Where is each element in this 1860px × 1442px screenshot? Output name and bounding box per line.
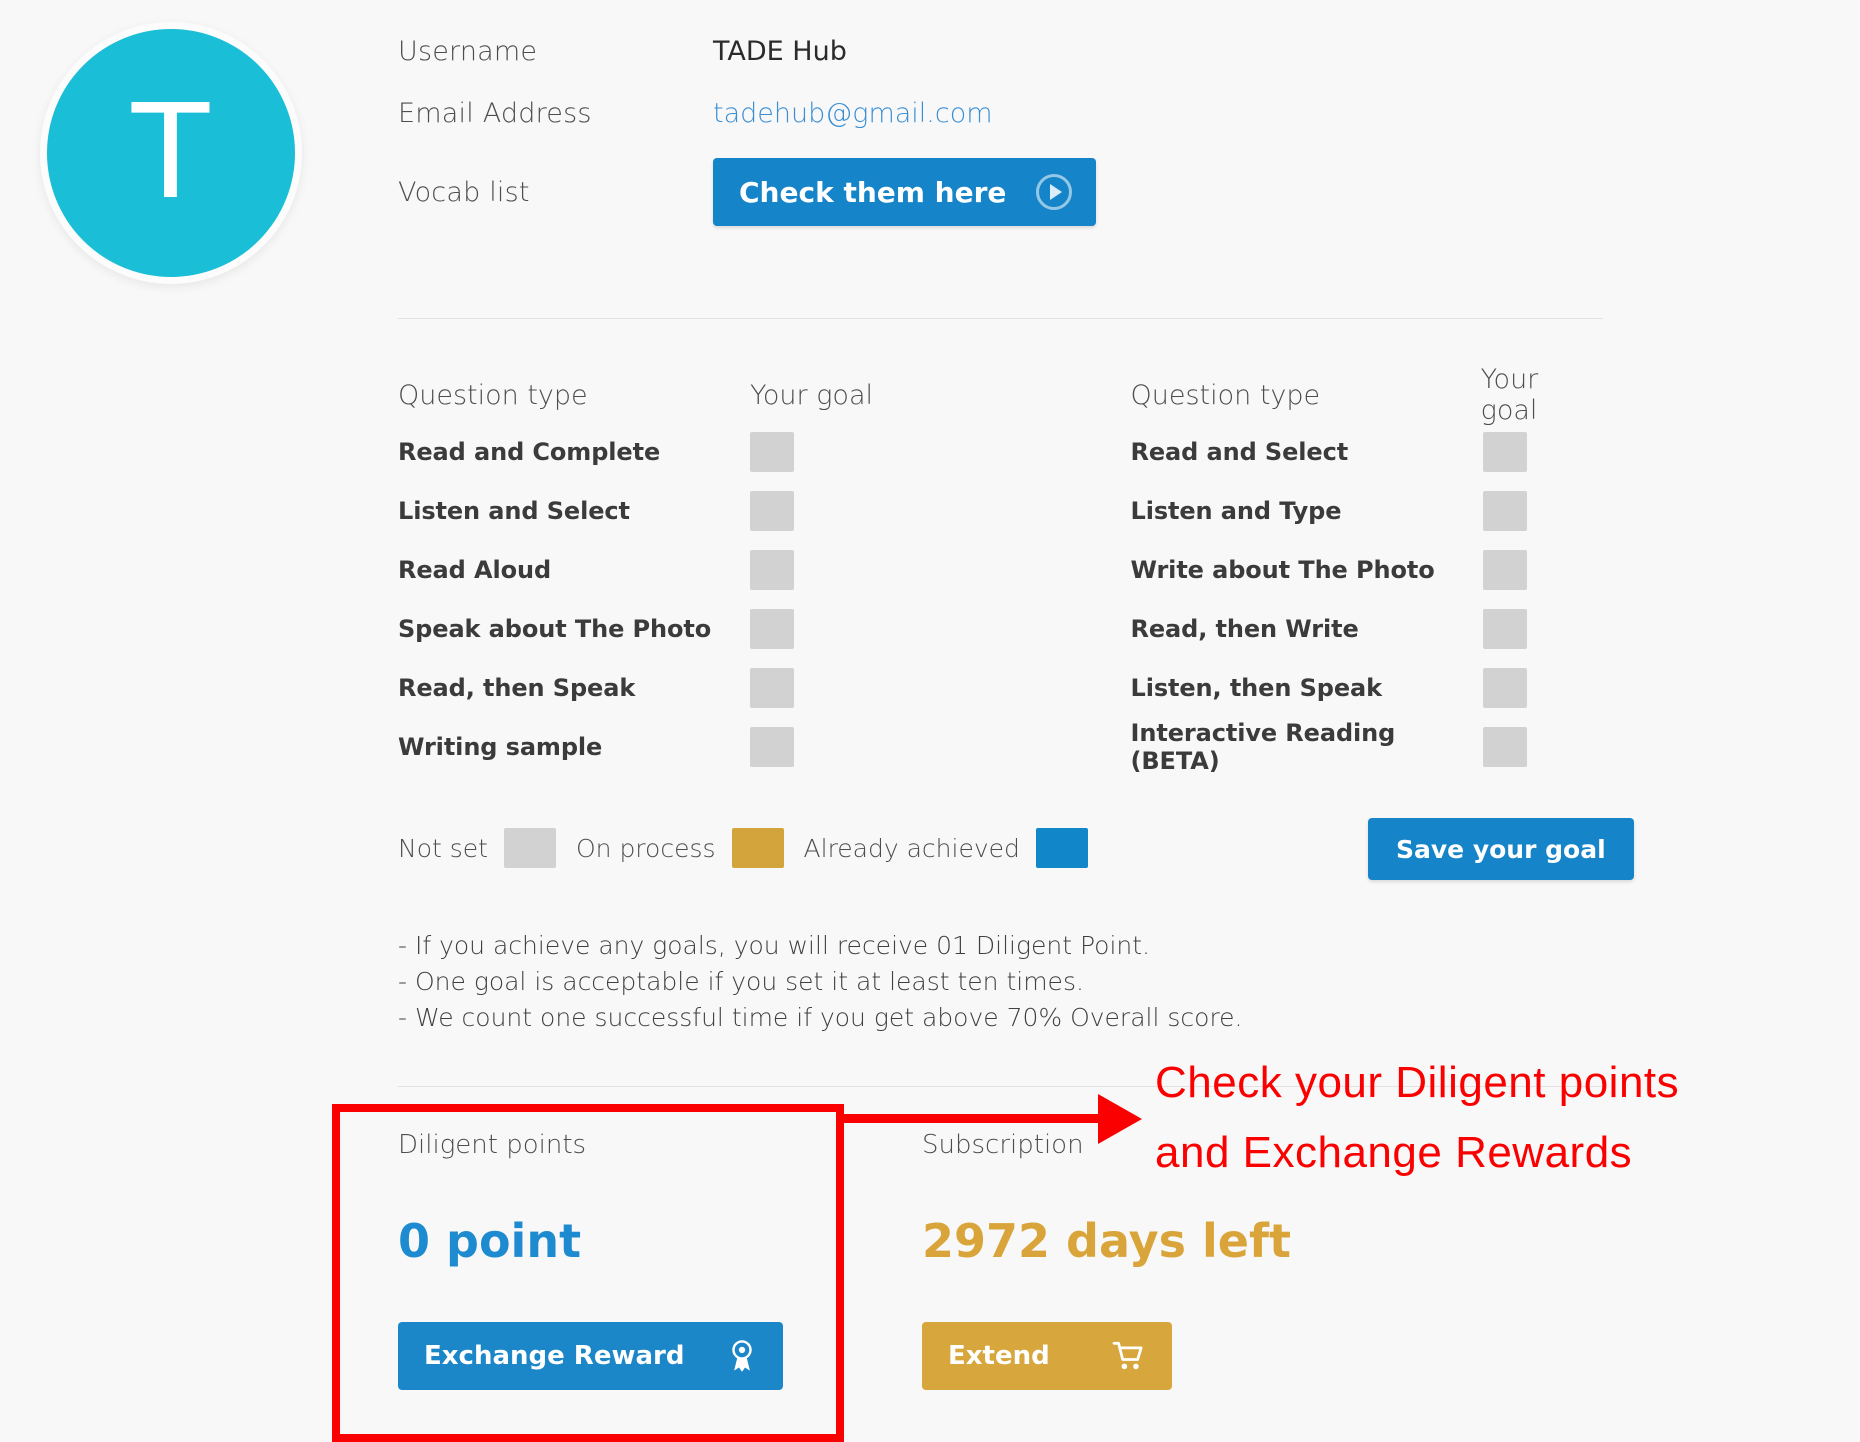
- goal-header-left: Question type Your goal: [398, 368, 1001, 422]
- field-row-username: Username TADE Hub: [398, 20, 1613, 82]
- legend-not-set: Not set: [398, 828, 556, 868]
- question-type-header-left: Question type: [398, 379, 588, 411]
- username-value: TADE Hub: [713, 35, 847, 67]
- goal-row: Read, then Write: [1131, 599, 1604, 658]
- goal-row: Listen, then Speak: [1131, 658, 1604, 717]
- exchange-reward-label: Exchange Reward: [424, 1341, 685, 1371]
- avatar-initial: T: [128, 73, 214, 227]
- username-label: Username: [398, 35, 538, 67]
- goal-state-box[interactable]: [1482, 667, 1527, 708]
- question-type-header-right: Question type: [1130, 379, 1321, 411]
- goal-row: Writing sample: [398, 717, 1001, 776]
- divider-top: [398, 318, 1603, 319]
- goal-notes: - If you achieve any goals, you will rec…: [398, 928, 1498, 1036]
- goal-tables: Question type Your goal Read and Complet…: [398, 364, 1604, 776]
- save-goal-label: Save your goal: [1396, 834, 1606, 864]
- diligent-points-title: Diligent points: [398, 1130, 587, 1160]
- goal-state-box[interactable]: [750, 549, 794, 590]
- goal-label: Interactive Reading (BETA): [1130, 718, 1396, 775]
- goal-row: Read Aloud: [398, 540, 1001, 599]
- goal-row: Read, then Speak: [398, 658, 1001, 717]
- email-value-link[interactable]: tadehub@gmail.com: [713, 98, 993, 129]
- goal-state-box[interactable]: [750, 490, 794, 531]
- play-circle-icon: [1036, 174, 1073, 210]
- legend-on-process-label: On process: [575, 833, 716, 863]
- goal-label: Write about The Photo: [1130, 555, 1435, 584]
- goal-label: Read Aloud: [398, 555, 552, 584]
- legend-already-achieved-label: Already achieved: [803, 833, 1020, 863]
- annotation-arrow-head-icon: [1098, 1094, 1142, 1144]
- goal-state-box[interactable]: [1482, 490, 1527, 531]
- email-label: Email Address: [398, 97, 592, 129]
- profile-details: Username TADE Hub Email Address tadehub@…: [398, 20, 1613, 240]
- annotation-text: Check your Diligent points and Exchange …: [1155, 1048, 1679, 1188]
- check-vocab-label: Check them here: [739, 175, 1007, 209]
- vocab-list-label: Vocab list: [398, 176, 530, 208]
- goal-row: Interactive Reading (BETA): [1131, 717, 1604, 776]
- note-line: - If you achieve any goals, you will rec…: [398, 931, 1150, 960]
- goal-row: Read and Select: [1131, 422, 1604, 481]
- legend-not-set-label: Not set: [398, 833, 488, 863]
- diligent-points-value: 0 point: [398, 1214, 582, 1268]
- goal-row: Listen and Type: [1131, 481, 1604, 540]
- goal-column-right: Question type Your goal Read and Select …: [1001, 364, 1604, 776]
- goal-label: Read and Select: [1130, 437, 1349, 466]
- goal-state-box[interactable]: [750, 726, 794, 767]
- award-medal-icon: [732, 1340, 752, 1372]
- shopping-cart-icon: [1112, 1341, 1143, 1370]
- goal-label: Listen and Type: [1130, 496, 1342, 525]
- exchange-reward-button[interactable]: Exchange Reward: [398, 1322, 783, 1390]
- avatar[interactable]: T: [40, 22, 302, 284]
- extend-label: Extend: [948, 1341, 1050, 1371]
- goal-label: Writing sample: [398, 732, 603, 761]
- goal-label: Read, then Write: [1130, 614, 1359, 643]
- goal-label: Listen, then Speak: [1130, 673, 1383, 702]
- your-goal-header-left: Your goal: [750, 379, 873, 411]
- check-vocab-button[interactable]: Check them here: [713, 158, 1097, 226]
- legend-on-process: On process: [576, 828, 784, 868]
- diligent-points-card: Diligent points 0 point Exchange Reward: [398, 1130, 898, 1390]
- goal-header-right: Question type Your goal: [1130, 364, 1604, 426]
- legend-on-process-swatch: [731, 828, 784, 868]
- note-line: - One goal is acceptable if you set it a…: [398, 967, 1084, 996]
- note-line: - We count one successful time if you ge…: [398, 1003, 1243, 1032]
- goal-state-box[interactable]: [750, 608, 794, 649]
- annotation-line-2: and Exchange Rewards: [1155, 1128, 1633, 1177]
- avatar-circle[interactable]: T: [40, 22, 302, 284]
- annotation-arrow-line: [838, 1114, 1108, 1123]
- save-goal-button[interactable]: Save your goal: [1368, 818, 1634, 880]
- goal-label: Read and Complete: [398, 437, 661, 466]
- subscription-value: 2972 days left: [922, 1214, 1291, 1268]
- goal-state-box[interactable]: [1482, 726, 1527, 767]
- goal-row: Write about The Photo: [1131, 540, 1604, 599]
- goal-state-box[interactable]: [1482, 608, 1527, 649]
- goal-state-box[interactable]: [750, 667, 794, 708]
- goal-state-box[interactable]: [1482, 431, 1527, 472]
- legend-not-set-swatch: [503, 828, 556, 868]
- goal-row: Speak about The Photo: [398, 599, 1001, 658]
- annotation-line-1: Check your Diligent points: [1155, 1058, 1680, 1107]
- legend-already-achieved: Already achieved: [804, 828, 1088, 868]
- goal-row: Listen and Select: [398, 481, 1001, 540]
- goal-state-box[interactable]: [750, 431, 794, 472]
- goal-state-box[interactable]: [1482, 549, 1527, 590]
- field-row-email: Email Address tadehub@gmail.com: [398, 82, 1613, 144]
- extend-subscription-button[interactable]: Extend: [922, 1322, 1172, 1390]
- field-row-vocab: Vocab list Check them here: [398, 144, 1613, 240]
- goal-label: Speak about The Photo: [398, 614, 712, 643]
- legend-already-achieved-swatch: [1035, 828, 1088, 868]
- goal-row: Read and Complete: [398, 422, 1001, 481]
- goal-column-left: Question type Your goal Read and Complet…: [398, 368, 1001, 776]
- goal-label: Listen and Select: [398, 496, 630, 525]
- profile-page: T Username TADE Hub Email Address tadehu…: [0, 0, 1860, 1442]
- your-goal-header-right: Your goal: [1480, 364, 1539, 426]
- goal-label: Read, then Speak: [398, 673, 636, 702]
